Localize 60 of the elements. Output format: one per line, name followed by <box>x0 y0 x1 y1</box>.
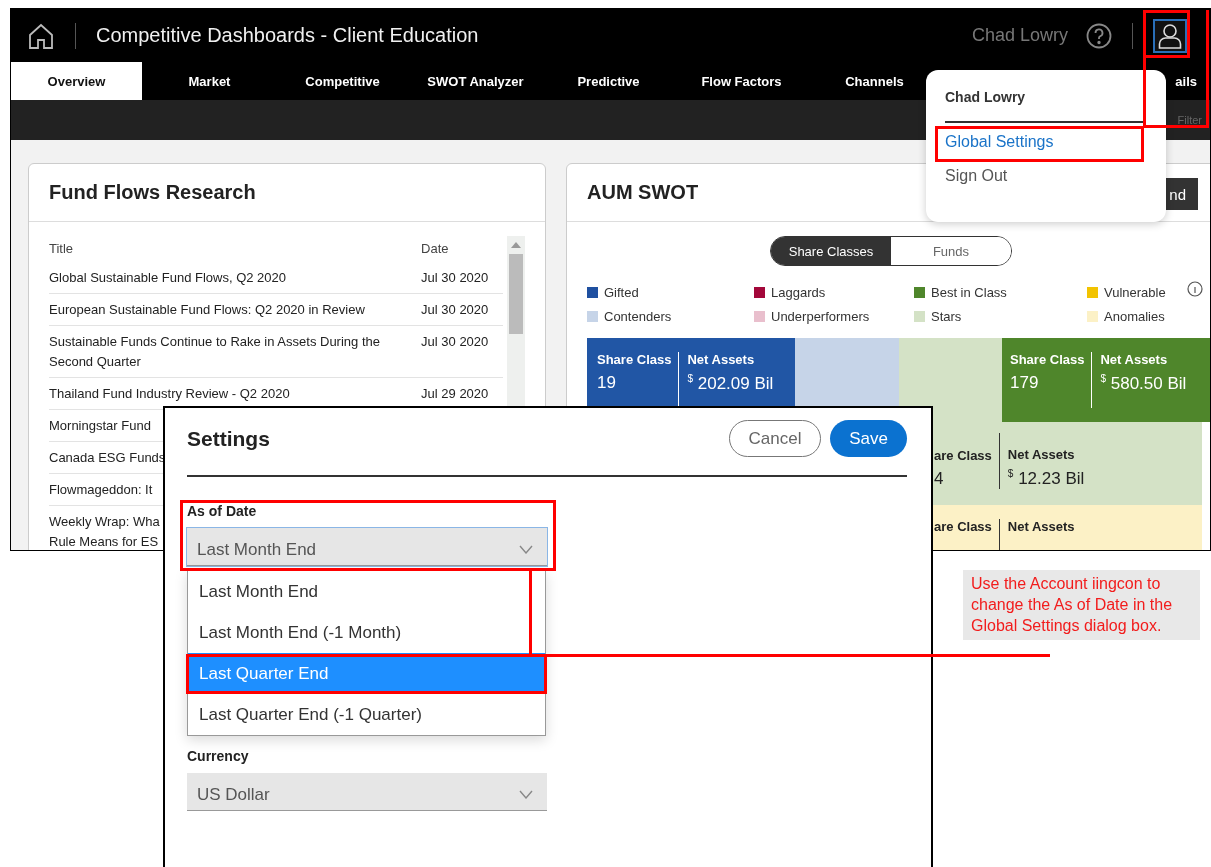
tile-label: Share Class <box>1010 352 1085 367</box>
menu-user-name: Chad Lowry <box>945 89 1146 123</box>
article-date: Jul 30 2020 <box>421 301 490 319</box>
legend-label: Underperformers <box>771 308 870 324</box>
tile-label: Share Class <box>597 352 672 367</box>
info-icon[interactable] <box>1187 280 1203 298</box>
account-button[interactable] <box>1153 18 1187 53</box>
callout-note: Use the Account iingcon to change the As of Date in the Global Settings dialog box. <box>963 570 1200 640</box>
legend-label: Laggards <box>771 284 826 300</box>
dialog-title: Settings <box>187 426 271 451</box>
dropdown-option[interactable]: Last Quarter End (-1 Quarter) <box>188 694 545 735</box>
tile-label: are Class <box>934 519 992 534</box>
nav-tab[interactable]: Overview <box>11 62 142 100</box>
segment-button[interactable]: Share Classes <box>771 237 891 265</box>
column-header: Date <box>421 240 450 258</box>
date-select[interactable]: Last Month End <box>187 528 547 566</box>
tile-label: Net Assets <box>1007 447 1076 463</box>
field-label: As of Date <box>187 503 258 519</box>
legend-label: Vulnerable <box>1104 284 1166 300</box>
tile-count: 4 <box>934 469 945 489</box>
save-button[interactable]: Save <box>830 420 907 457</box>
legend-label: Gifted <box>604 284 639 300</box>
currency-select[interactable]: US Dollar <box>187 773 547 811</box>
dropdown-option[interactable]: Last Month End (-1 Month) <box>188 612 545 653</box>
chevron-down-icon <box>519 545 533 554</box>
help-icon[interactable] <box>1086 22 1112 49</box>
article-title[interactable]: Sustainable Funds Continue to Rake in Assets During the Second Quarter <box>49 332 422 372</box>
legend-label: Stars <box>931 308 962 324</box>
tile-value: $^{$}$ 580.50 Bil <box>1100 373 1187 394</box>
column-header: Title <box>49 240 75 258</box>
legend-label: Best in Class <box>931 284 1007 300</box>
legend-label: Anomalies <box>1104 308 1165 324</box>
treemap-tile[interactable]: Share Class 179 Net Assets $^{$}$ 580.50 Bil <box>1002 338 1210 422</box>
card-title: Fund Flows Research <box>49 181 256 204</box>
card-title: AUM SWOT <box>587 181 699 204</box>
article-date: Jul 30 2020 <box>421 333 490 351</box>
cancel-button[interactable]: Cancel <box>729 420 821 457</box>
article-title[interactable]: European Sustainable Fund Flows: Q2 2020 in Review <box>49 300 422 320</box>
menu-item[interactable]: Global Settings <box>945 133 1146 151</box>
app-title: Competitive Dashboards - Client Education <box>96 24 479 47</box>
home-icon[interactable] <box>27 21 55 50</box>
field-label: Currency <box>187 748 250 764</box>
legend-label: Contenders <box>604 308 672 324</box>
filters-label: Filter <box>1177 114 1202 126</box>
menu-item[interactable]: Sign Out <box>945 167 1146 185</box>
article-title[interactable]: Thailand Fund Industry Review - Q2 2020 <box>49 384 422 404</box>
tile-label: are Class <box>934 448 992 463</box>
article-date: Jul 29 2020 <box>421 385 490 403</box>
tile-label: Net Assets <box>1007 519 1075 534</box>
tile-count: 179 <box>1010 373 1040 393</box>
dropdown-option[interactable]: Last Month End <box>188 571 545 612</box>
tile-count: 19 <box>597 373 617 393</box>
chevron-down-icon <box>519 790 533 799</box>
tile-value: $^{$}$ 202.09 Bil <box>687 373 774 394</box>
article-title[interactable]: Global Sustainable Fund Flows, Q2 2020 <box>49 268 422 288</box>
tile-value: $^{$}$ 12.23 Bil <box>1007 468 1085 489</box>
tile-label: Net Assets <box>687 352 756 367</box>
user-name: Chad Lowry <box>971 25 1068 46</box>
article-date: Jul 30 2020 <box>421 269 490 287</box>
tile-label: Net Assets <box>1100 352 1169 367</box>
